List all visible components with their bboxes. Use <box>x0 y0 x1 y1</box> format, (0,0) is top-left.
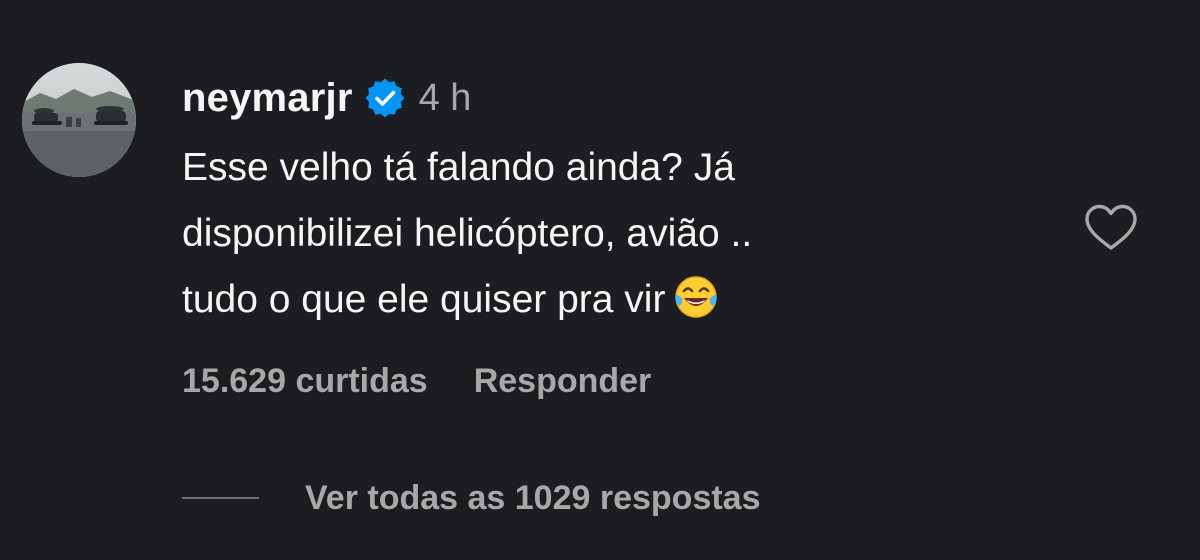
view-replies-button[interactable]: Ver todas as 1029 respostas <box>182 470 761 526</box>
heart-outline-icon <box>1085 204 1137 250</box>
comment-meta: 15.629 curtidas Responder <box>182 356 651 406</box>
replies-divider <box>182 497 259 499</box>
comment-header: neymarjr 4 h <box>182 70 471 126</box>
face-with-tears-of-joy-emoji-icon <box>673 274 719 320</box>
view-replies-label: Ver todas as 1029 respostas <box>305 478 761 517</box>
username[interactable]: neymarjr <box>182 76 353 121</box>
comment-text-line-last: tudo o que ele quiser pra vir <box>182 267 1042 333</box>
comment-text-line: disponibilizei helicóptero, avião .. <box>182 212 753 255</box>
verified-badge-icon <box>365 78 405 118</box>
avatar-photo <box>22 63 136 177</box>
like-button[interactable] <box>1083 203 1139 253</box>
reply-button[interactable]: Responder <box>474 362 652 401</box>
comment-text: Esse velho tá falando ainda? Já disponib… <box>182 135 1042 333</box>
avatar[interactable] <box>22 63 136 177</box>
comment-text-line: tudo o que ele quiser pra vir <box>182 278 666 321</box>
likes-count[interactable]: 15.629 curtidas <box>182 362 428 401</box>
comment-text-line: Esse velho tá falando ainda? Já <box>182 146 735 189</box>
comment: neymarjr 4 h Esse velho tá falando ainda… <box>0 0 1200 560</box>
comment-timestamp: 4 h <box>418 76 472 119</box>
